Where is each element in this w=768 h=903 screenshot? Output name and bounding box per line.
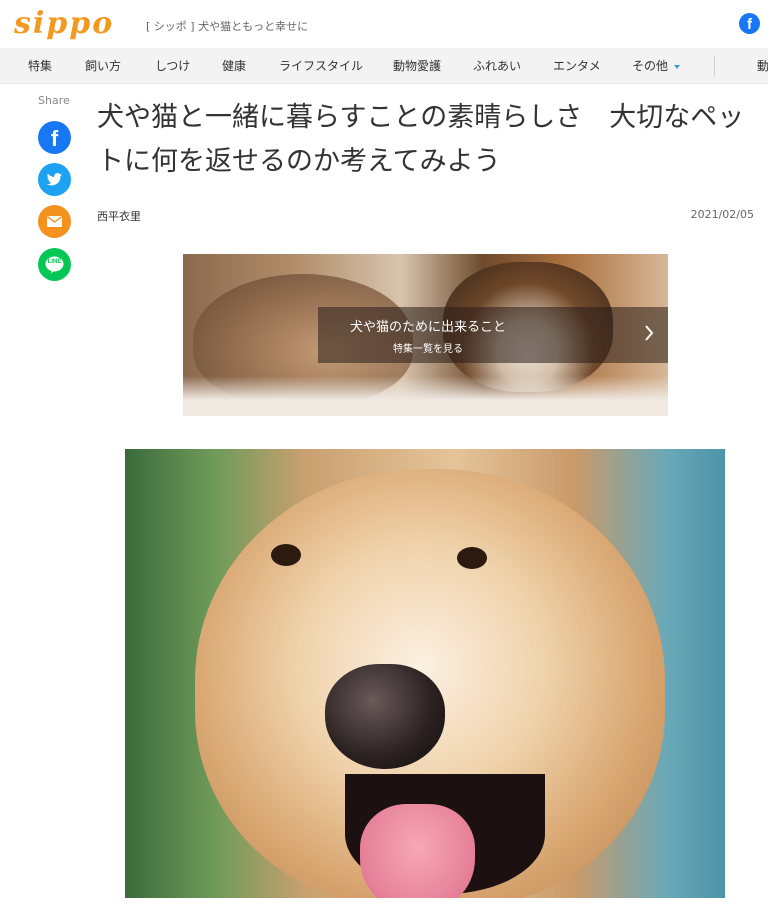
share-mail-button[interactable] bbox=[38, 205, 71, 238]
site-logo[interactable]: sippo bbox=[14, 6, 114, 42]
dog-nose bbox=[325, 664, 445, 769]
nav-item-care[interactable]: 飼い方 bbox=[85, 48, 121, 84]
main-nav: 特集 飼い方 しつけ 健康 ライフスタイル 動物愛護 ふれあい エンタメ その他… bbox=[0, 48, 768, 84]
site-header: sippo [ シッポ ] 犬や猫ともっと幸せに f bbox=[0, 0, 768, 48]
dog-tongue bbox=[360, 804, 475, 898]
share-label: Share bbox=[38, 94, 70, 107]
article-author[interactable]: 西平衣里 bbox=[97, 208, 141, 224]
banner-title: 犬や猫のために出来ること bbox=[349, 320, 506, 335]
dog-eye-right bbox=[457, 547, 487, 569]
nav-item-interaction[interactable]: ふれあい bbox=[473, 48, 521, 84]
dog-eye-left bbox=[271, 544, 301, 566]
nav-item-lifestyle[interactable]: ライフスタイル bbox=[279, 48, 363, 84]
share-facebook-button[interactable]: f bbox=[38, 121, 71, 154]
mail-icon bbox=[47, 216, 62, 227]
banner-subtitle: 特集一覧を見る bbox=[393, 344, 463, 355]
nav-item-feature[interactable]: 特集 bbox=[28, 48, 52, 84]
feature-banner[interactable]: 犬や猫のために出来ること 特集一覧を見る bbox=[183, 254, 668, 416]
twitter-icon bbox=[46, 173, 62, 186]
line-icon-label: LINE bbox=[47, 259, 62, 265]
nav-item-entertainment[interactable]: エンタメ bbox=[553, 48, 601, 84]
share-line-button[interactable]: LINE bbox=[38, 248, 71, 281]
article-date: 2021/02/05 bbox=[690, 208, 754, 221]
nav-item-cutoff[interactable]: 動 bbox=[757, 48, 768, 84]
main-article-image bbox=[125, 449, 725, 898]
nav-item-health[interactable]: 健康 bbox=[222, 48, 246, 84]
chevron-right-icon bbox=[645, 325, 654, 341]
nav-item-animal-welfare[interactable]: 動物愛護 bbox=[393, 48, 441, 84]
banner-blanket bbox=[183, 376, 668, 416]
facebook-icon: f bbox=[50, 126, 59, 151]
nav-item-other[interactable]: その他 bbox=[632, 48, 681, 84]
share-twitter-button[interactable] bbox=[38, 163, 71, 196]
article-title: 犬や猫と一緒に暮らすことの素晴らしさ 大切なペットに何を返せるのか考えてみよう bbox=[97, 102, 745, 177]
site-tagline: [ シッポ ] 犬や猫ともっと幸せに bbox=[146, 20, 309, 33]
caret-down-icon bbox=[674, 64, 681, 69]
facebook-icon[interactable]: f bbox=[739, 13, 760, 34]
nav-divider bbox=[714, 56, 715, 76]
dog-head bbox=[195, 469, 665, 898]
nav-item-training[interactable]: しつけ bbox=[155, 48, 190, 84]
